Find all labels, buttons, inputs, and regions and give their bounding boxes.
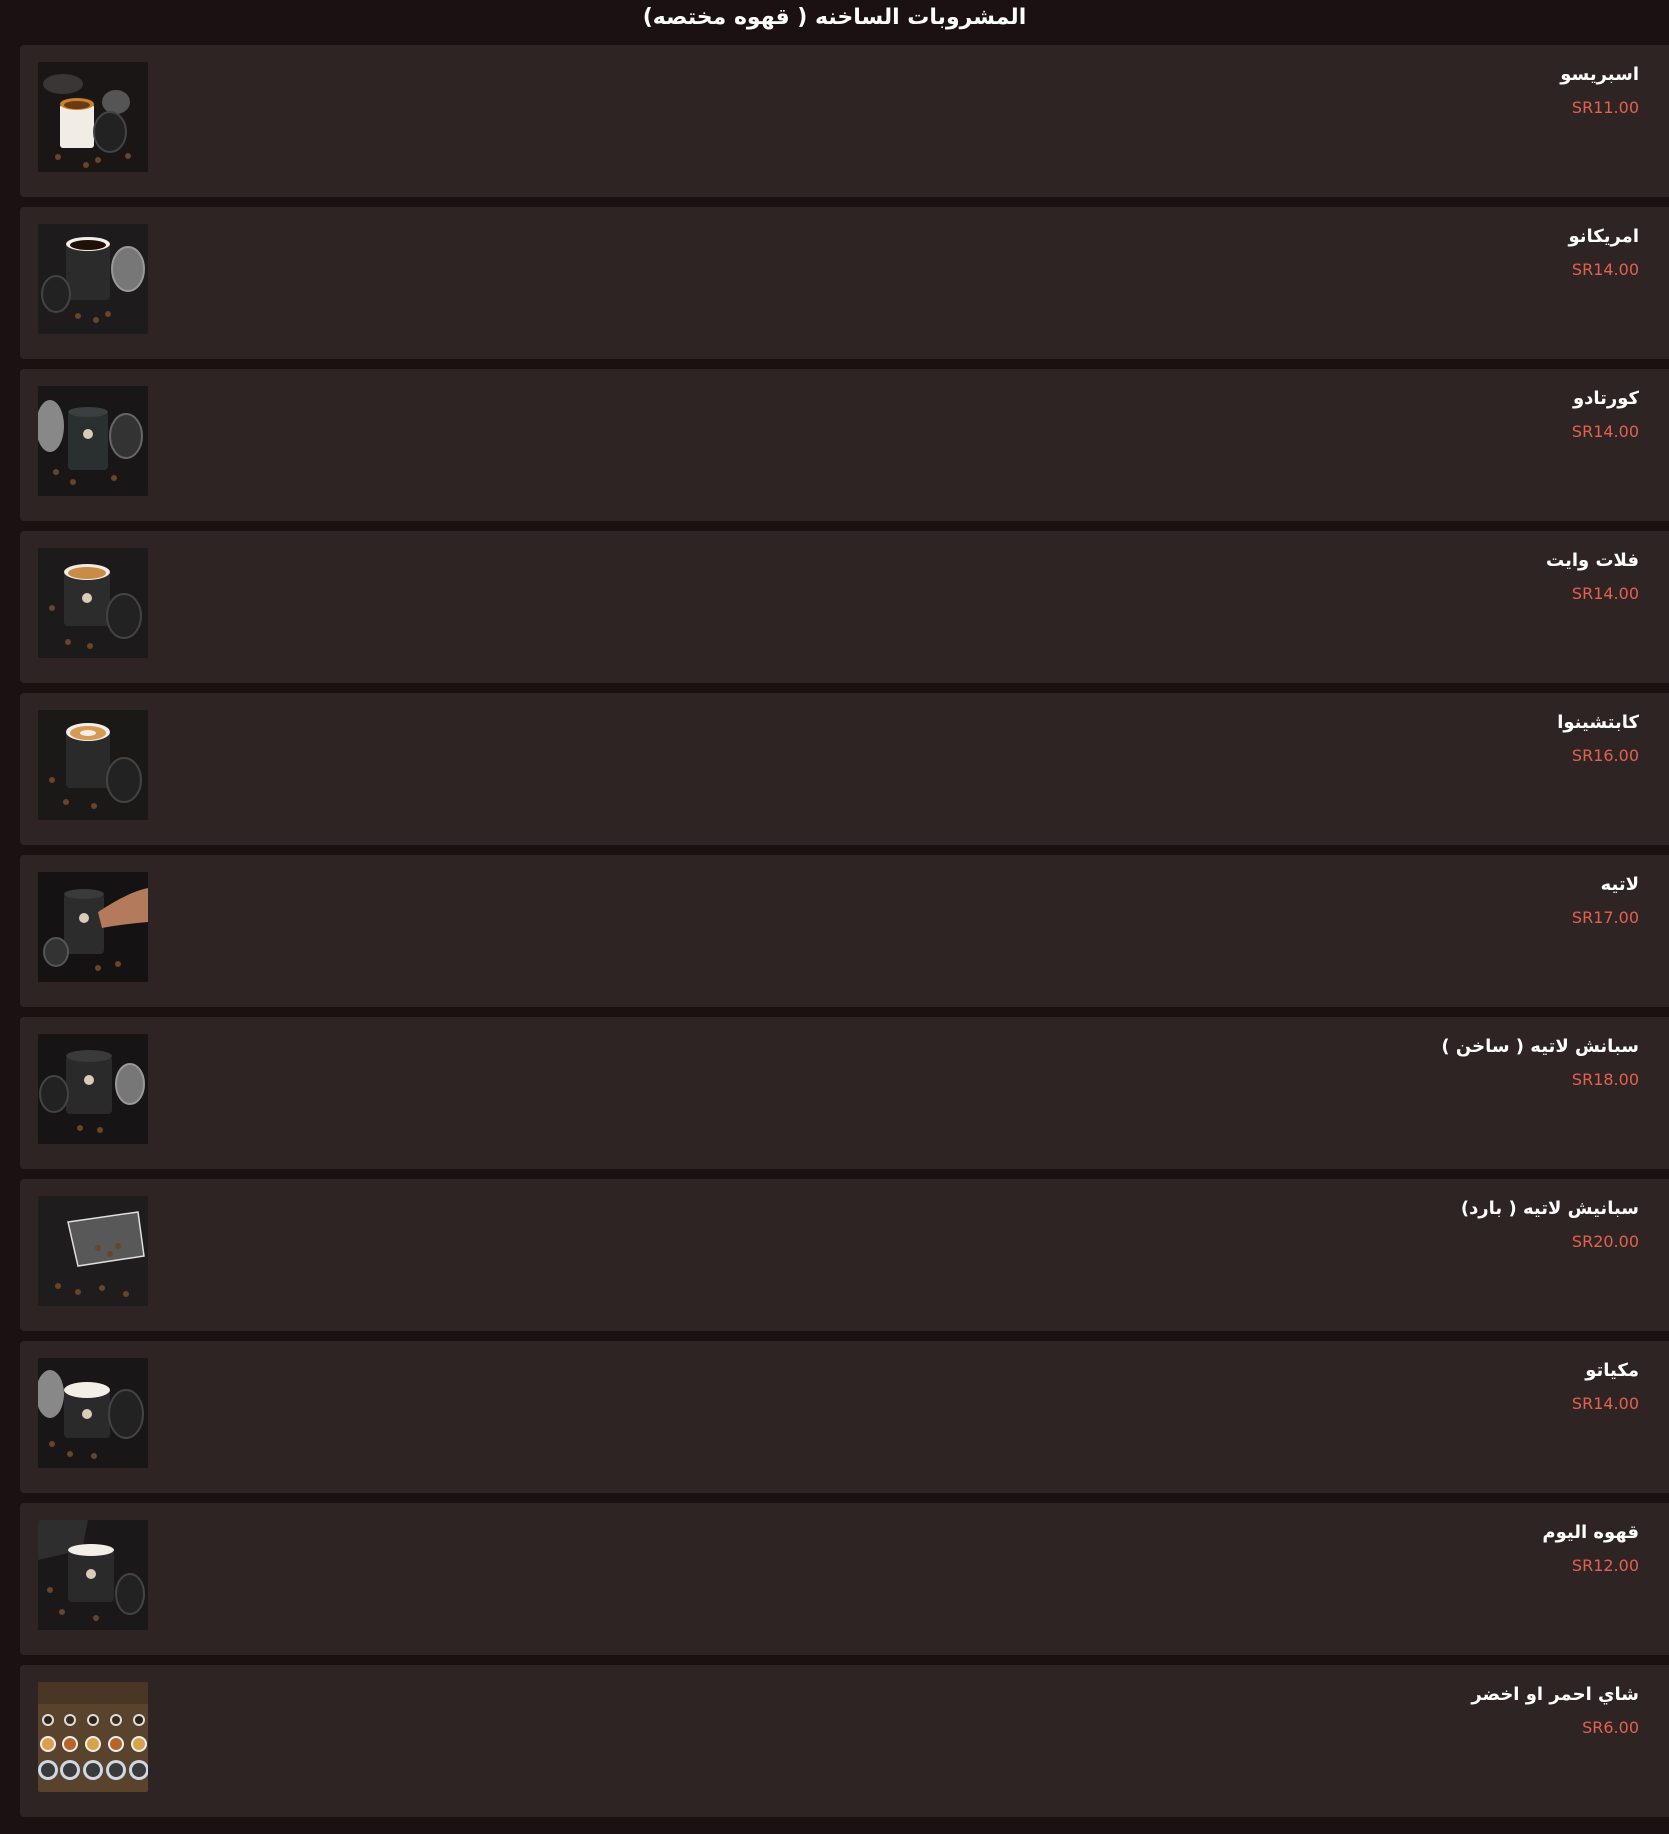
item-name: مكياتو bbox=[1585, 1360, 1639, 1381]
item-info: سبانيش لاتيه ( بارد) SR20.00 bbox=[1461, 1195, 1639, 1253]
item-info: امريكانو SR14.00 bbox=[1568, 223, 1639, 281]
item-price: SR18.00 bbox=[1571, 1070, 1639, 1089]
menu-item[interactable]: شاي احمر او اخضر SR6.00 bbox=[20, 1665, 1669, 1817]
item-price: SR16.00 bbox=[1571, 746, 1639, 765]
menu-item[interactable]: كابتشينوا SR16.00 bbox=[20, 693, 1669, 845]
item-name: لاتيه bbox=[1600, 874, 1639, 895]
item-info: سبانش لاتيه ( ساخن ) SR18.00 bbox=[1441, 1033, 1639, 1091]
section-title: المشروبات الساخنه ( قهوه مختصه) bbox=[642, 5, 1027, 30]
item-info: مكياتو SR14.00 bbox=[1572, 1357, 1639, 1415]
item-info: لاتيه SR17.00 bbox=[1572, 871, 1639, 929]
tea-cups-photo-icon bbox=[38, 1682, 148, 1792]
coffee-cup-photo-icon bbox=[38, 710, 148, 820]
coffee-cup-photo-icon bbox=[38, 548, 148, 658]
item-name: سبانش لاتيه ( ساخن ) bbox=[1441, 1036, 1639, 1057]
item-info: اسبريسو SR11.00 bbox=[1560, 61, 1639, 119]
item-price: SR14.00 bbox=[1571, 260, 1639, 279]
item-photo[interactable] bbox=[38, 1520, 148, 1630]
item-price: SR17.00 bbox=[1571, 908, 1639, 927]
item-price: SR12.00 bbox=[1571, 1556, 1639, 1575]
item-price: SR14.00 bbox=[1571, 1394, 1639, 1413]
item-name: كورتادو bbox=[1572, 388, 1639, 409]
coffee-cup-photo-icon bbox=[38, 1034, 148, 1144]
item-photo[interactable] bbox=[38, 872, 148, 982]
item-info: قهوه اليوم SR12.00 bbox=[1542, 1519, 1639, 1577]
item-photo[interactable] bbox=[38, 548, 148, 658]
menu-item[interactable]: سبانيش لاتيه ( بارد) SR20.00 bbox=[20, 1179, 1669, 1331]
item-photo[interactable] bbox=[38, 224, 148, 334]
coffee-cup-photo-icon bbox=[38, 62, 148, 172]
item-info: كابتشينوا SR16.00 bbox=[1557, 709, 1639, 767]
item-photo[interactable] bbox=[38, 386, 148, 496]
menu-item[interactable]: لاتيه SR17.00 bbox=[20, 855, 1669, 1007]
item-price: SR14.00 bbox=[1571, 422, 1639, 441]
item-photo[interactable] bbox=[38, 710, 148, 820]
item-info: فلات وايت SR14.00 bbox=[1546, 547, 1639, 605]
item-name: كابتشينوا bbox=[1557, 712, 1639, 733]
item-photo[interactable] bbox=[38, 1196, 148, 1306]
item-name: سبانيش لاتيه ( بارد) bbox=[1460, 1198, 1639, 1219]
item-name: شاي احمر او اخضر bbox=[1471, 1684, 1639, 1705]
item-photo[interactable] bbox=[38, 62, 148, 172]
item-price: SR6.00 bbox=[1582, 1718, 1639, 1737]
item-photo[interactable] bbox=[38, 1682, 148, 1792]
item-photo[interactable] bbox=[38, 1358, 148, 1468]
coffee-cup-photo-icon bbox=[38, 1358, 148, 1468]
item-name: امريكانو bbox=[1568, 226, 1639, 247]
menu-item[interactable]: قهوه اليوم SR12.00 bbox=[20, 1503, 1669, 1655]
item-price: SR14.00 bbox=[1571, 584, 1639, 603]
item-name: قهوه اليوم bbox=[1542, 1522, 1639, 1543]
item-name: اسبريسو bbox=[1560, 64, 1639, 85]
coffee-cup-photo-icon bbox=[38, 872, 148, 982]
coffee-cup-photo-icon bbox=[38, 224, 148, 334]
menu-item[interactable]: كورتادو SR14.00 bbox=[20, 369, 1669, 521]
coffee-cup-photo-icon bbox=[38, 1520, 148, 1630]
item-price: SR11.00 bbox=[1571, 98, 1639, 117]
item-name: فلات وايت bbox=[1546, 550, 1639, 571]
menu-item[interactable]: سبانش لاتيه ( ساخن ) SR18.00 bbox=[20, 1017, 1669, 1169]
item-info: شاي احمر او اخضر SR6.00 bbox=[1471, 1681, 1639, 1739]
item-price: SR20.00 bbox=[1571, 1232, 1639, 1251]
menu-list: اسبريسو SR11.00 امريكانو SR14.00 كورتادو… bbox=[20, 45, 1669, 1827]
menu-item[interactable]: امريكانو SR14.00 bbox=[20, 207, 1669, 359]
menu-item[interactable]: فلات وايت SR14.00 bbox=[20, 531, 1669, 683]
item-info: كورتادو SR14.00 bbox=[1572, 385, 1639, 443]
glass-coffee-beans-photo-icon bbox=[38, 1196, 148, 1306]
menu-item[interactable]: اسبريسو SR11.00 bbox=[20, 45, 1669, 197]
menu-item[interactable]: مكياتو SR14.00 bbox=[20, 1341, 1669, 1493]
item-photo[interactable] bbox=[38, 1034, 148, 1144]
coffee-cup-photo-icon bbox=[38, 386, 148, 496]
